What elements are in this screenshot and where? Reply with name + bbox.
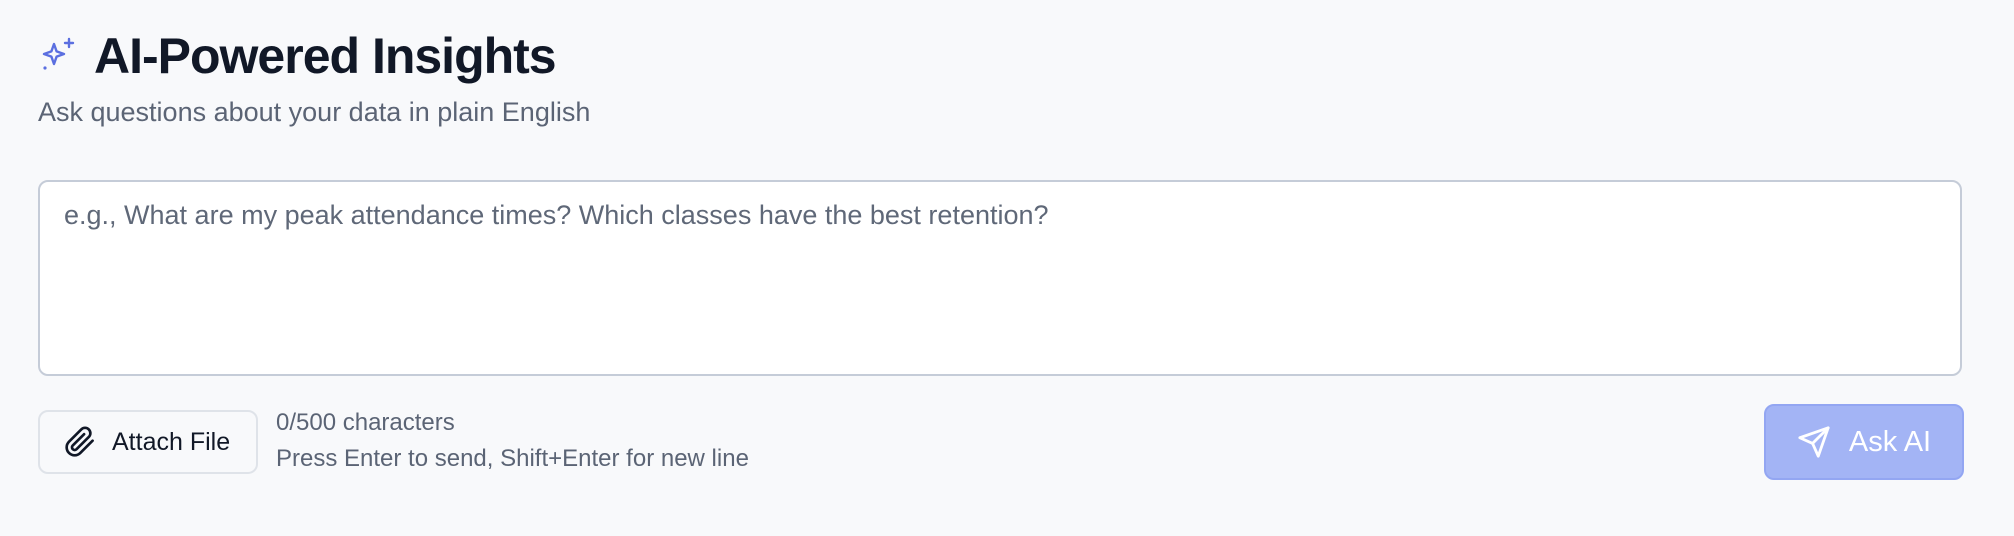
page-title: AI-Powered Insights (94, 28, 557, 84)
attach-file-label: Attach File (112, 427, 231, 456)
send-icon (1797, 425, 1831, 459)
character-count: 0/500 characters (276, 409, 455, 436)
question-input[interactable] (38, 180, 1962, 376)
ask-ai-button[interactable]: Ask AI (1764, 404, 1964, 480)
paperclip-icon (64, 426, 96, 458)
ask-ai-label: Ask AI (1848, 425, 1932, 458)
sparkle-icon (38, 36, 78, 76)
attach-file-button[interactable]: Attach File (38, 410, 258, 474)
keyboard-hint: Press Enter to send, Shift+Enter for new… (276, 445, 749, 472)
page-subtitle: Ask questions about your data in plain E… (38, 97, 591, 127)
insights-header: AI-Powered Insights (38, 26, 557, 86)
